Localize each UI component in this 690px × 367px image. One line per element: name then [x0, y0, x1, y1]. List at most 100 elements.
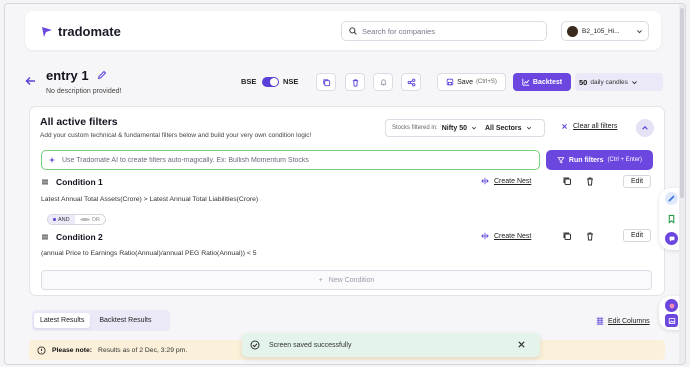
drag-handle-icon[interactable] [41, 234, 49, 240]
create-nest-label: Create Nest [494, 232, 532, 240]
company-search[interactable] [341, 21, 547, 41]
exchange-toggle[interactable] [262, 77, 279, 87]
duplicate-button[interactable] [316, 73, 336, 91]
search-icon [349, 27, 357, 35]
brand-logo[interactable]: tradomate [41, 24, 121, 39]
chevron-down-icon [637, 29, 642, 33]
trash-icon [352, 78, 358, 87]
close-icon [562, 124, 567, 129]
stocks-filter: Stocks filtered in: Nifty 50 All Sectors [385, 119, 545, 137]
copy-icon [322, 78, 330, 86]
exchange-bse-label: BSE [241, 77, 257, 86]
image-icon [668, 317, 675, 324]
tab-latest-results[interactable]: Latest Results [34, 313, 91, 328]
share-button[interactable] [401, 73, 421, 91]
candles-select[interactable]: 50 daily candles [575, 73, 663, 91]
sector-select[interactable]: All Sectors [485, 125, 522, 132]
or-option[interactable]: OR [75, 215, 105, 224]
new-condition-button[interactable]: + New Condition [41, 270, 652, 290]
edit-columns-link[interactable]: Edit Columns [596, 317, 650, 325]
save-label: Save [457, 78, 474, 86]
condition-title: Condition 2 [56, 232, 103, 242]
condition-1-expression: Latest Annual Total Assets(Crore) > Late… [41, 196, 259, 203]
ai-filter-field[interactable] [41, 150, 540, 170]
brand-name: tradomate [58, 24, 121, 39]
chat-icon [669, 236, 674, 241]
condition-1-title: Condition 1 [41, 177, 103, 187]
condition-title: Condition 1 [56, 177, 103, 187]
backtest-button[interactable]: Backtest [513, 73, 571, 91]
copy-icon[interactable] [562, 176, 572, 186]
drag-handle-icon[interactable] [41, 179, 49, 185]
create-nest-link[interactable]: Create Nest [481, 232, 531, 240]
backtest-label: Backtest [532, 78, 563, 86]
assistant-icon [669, 303, 674, 308]
user-name: B2_105_Hi... [582, 27, 620, 35]
tradomate-logo-icon [42, 26, 52, 37]
index-select[interactable]: Nifty 50 [442, 125, 467, 132]
copy-icon[interactable] [562, 231, 572, 241]
bookmark-icon [668, 214, 675, 224]
bookmark-button[interactable] [665, 212, 678, 225]
assistant-button[interactable] [665, 299, 678, 312]
filters-subtitle: Add your custom technical & fundamental … [40, 132, 312, 139]
candles-unit: daily candles [590, 78, 628, 86]
chevron-down-icon [471, 126, 477, 130]
clear-all-filters-link[interactable]: Clear all filters [561, 123, 617, 130]
toast-notification: Screen saved successfully [242, 333, 540, 357]
app-window: tradomate B2_105_Hi... entry 1 No descri… [4, 3, 686, 365]
run-filters-label: Run filters [568, 156, 604, 164]
create-nest-link[interactable]: Create Nest [481, 177, 531, 185]
scrollbar[interactable] [679, 4, 685, 364]
bell-icon [380, 78, 386, 86]
user-menu[interactable]: B2_105_Hi... [561, 21, 649, 41]
collapse-button[interactable] [636, 119, 654, 137]
save-button[interactable]: Save (Ctrl+S) [437, 73, 506, 91]
avatar [567, 25, 578, 37]
edit-condition-button[interactable]: Edit [623, 175, 651, 188]
sparkle-icon [48, 156, 56, 164]
chevron-up-icon [642, 126, 648, 130]
chevron-down-icon [526, 126, 531, 130]
results-tabs: Latest Results Backtest Results [32, 310, 170, 331]
selected-dot [53, 218, 56, 221]
info-icon [37, 345, 46, 355]
condition-2-expression: (annual Price to Earnings Ratio(Annual)/… [41, 250, 257, 257]
top-header: tradomate B2_105_Hi... [25, 11, 661, 50]
logic-toggle[interactable]: AND OR [47, 214, 106, 225]
columns-icon [596, 317, 604, 325]
search-input[interactable] [362, 26, 532, 36]
close-icon[interactable] [517, 340, 526, 349]
alert-button[interactable] [373, 73, 393, 91]
tab-backtest-results[interactable]: Backtest Results [93, 313, 157, 328]
delete-button[interactable] [345, 73, 365, 91]
edit-columns-label: Edit Columns [608, 317, 650, 325]
filters-card: All active filters Add your custom techn… [29, 106, 665, 296]
filters-title: All active filters [40, 116, 118, 128]
check-circle-icon [250, 340, 260, 350]
run-filters-button[interactable]: Run filters (Ctrl + Enter) [546, 150, 653, 170]
new-condition-label: New Condition [328, 276, 375, 284]
share-icon [407, 78, 415, 86]
and-option[interactable]: AND [48, 215, 75, 224]
candles-count: 50 [579, 77, 588, 87]
pencil-icon[interactable] [97, 70, 107, 80]
screenshot-button[interactable] [665, 314, 678, 327]
plus-icon: + [318, 276, 323, 284]
scrollbar-thumb[interactable] [680, 8, 684, 198]
nest-icon [481, 232, 489, 240]
unselected-dot [79, 218, 90, 221]
note-text: Results as of 2 Dec, 3:29 pm. [98, 346, 188, 354]
exchange-nse-label: NSE [283, 77, 299, 86]
feedback-button[interactable] [665, 192, 678, 205]
trash-icon[interactable] [585, 176, 595, 186]
filter-icon [557, 157, 565, 164]
chat-button[interactable] [665, 232, 678, 245]
edit-condition-button[interactable]: Edit [623, 229, 651, 242]
back-arrow-icon[interactable] [25, 76, 36, 86]
save-icon [446, 78, 454, 86]
trash-icon[interactable] [585, 231, 595, 241]
ai-filter-input[interactable] [62, 156, 532, 164]
and-label: AND [58, 216, 70, 223]
entry-description: No description provided! [46, 88, 122, 95]
